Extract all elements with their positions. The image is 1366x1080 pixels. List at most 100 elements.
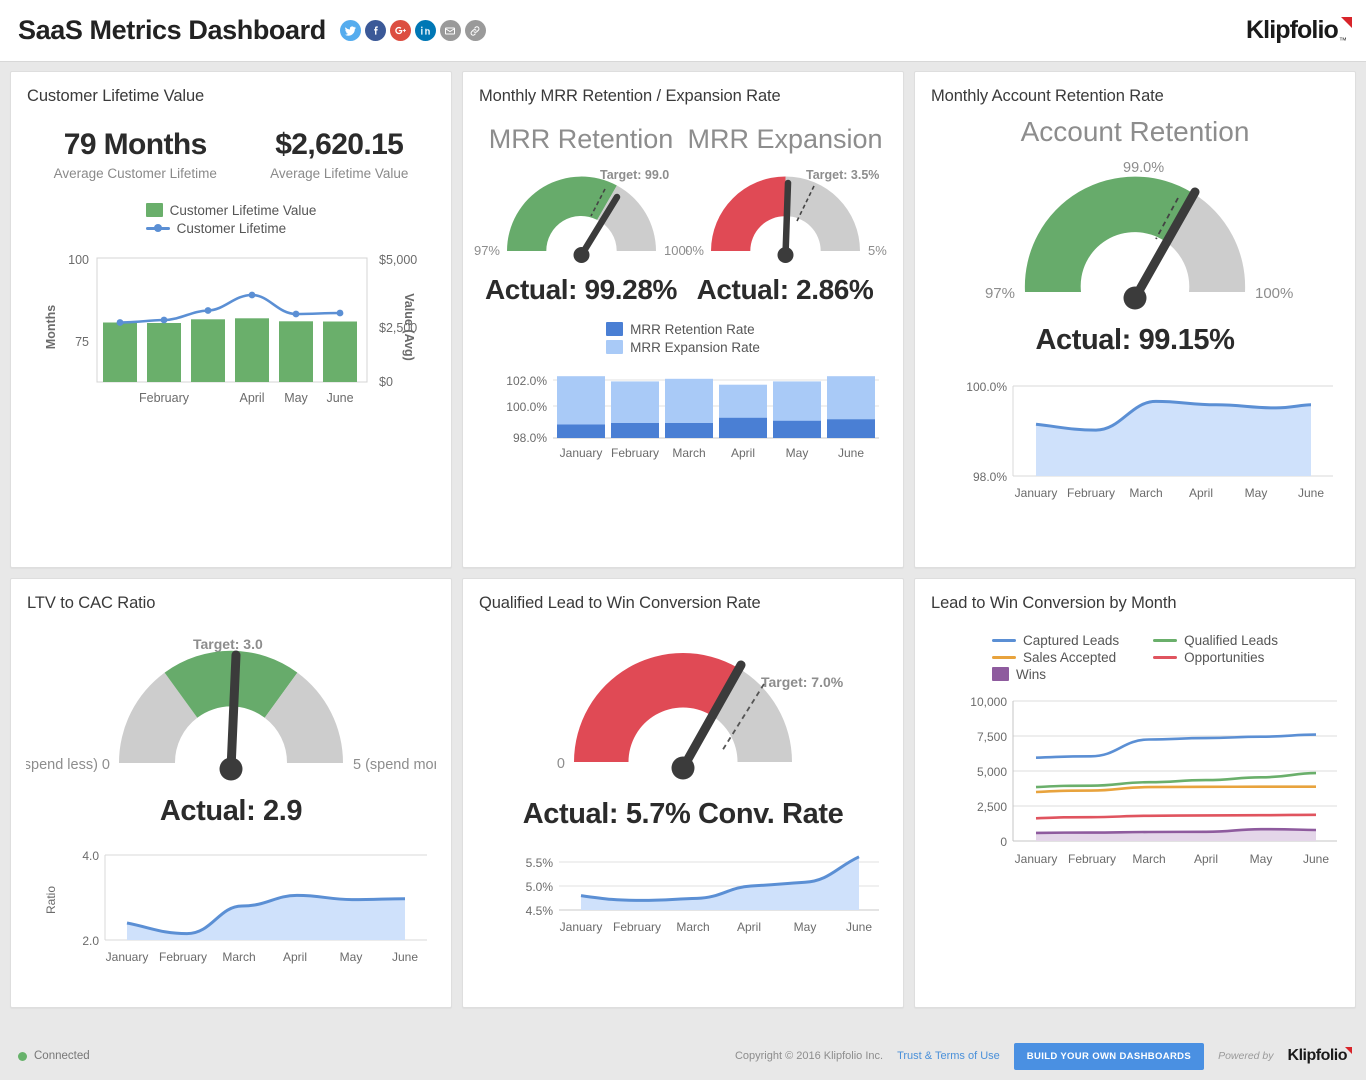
y-axis-tick: 2,500	[977, 800, 1007, 814]
gauge-dial: 99.0% 97% 100%	[985, 160, 1293, 310]
card-mrr-retention-expansion: Monthly MRR Retention / Expansion Rate M…	[462, 71, 904, 568]
y-axis-tick: 98.0%	[513, 431, 547, 445]
klipfolio-logo-text: Klipfolio	[1246, 16, 1339, 44]
x-axis-tick: April	[1189, 486, 1213, 500]
area-fill	[1036, 401, 1311, 476]
y-axis-tick: 7,500	[977, 730, 1007, 744]
gauge-ltv-cac: Target: 3.0 (spend less) 0 5 (spend more…	[26, 625, 436, 828]
gauge-actual-value: Actual: 2.86%	[696, 273, 874, 305]
copyright-text: Copyright © 2016 Klipfolio Inc.	[734, 1050, 884, 1062]
connection-status: Connected	[18, 1050, 90, 1062]
legend-item: MRR Expansion Rate	[606, 340, 760, 355]
x-axis-tick: March	[222, 950, 255, 964]
y-axis-tick: 75	[75, 335, 89, 349]
legend-item: Opportunities	[1153, 650, 1278, 665]
chart-legend: Customer Lifetime Value Customer Lifetim…	[145, 202, 317, 236]
legend-item: Qualified Leads	[1153, 633, 1278, 648]
gauge-actual-value: Actual: 99.28%	[484, 273, 678, 305]
kpi-value: $2,620.15	[275, 127, 404, 161]
powered-by-label: Powered by	[1218, 1050, 1274, 1062]
y-axis-tick: 100.0%	[966, 380, 1007, 394]
linkedin-icon[interactable]	[414, 20, 436, 41]
card-title: Qualified Lead to Win Conversion Rate	[479, 594, 761, 612]
line-captured-leads	[1035, 733, 1317, 759]
footer-logo-text: Klipfolio	[1287, 1047, 1348, 1064]
y2-axis-tick: $5,000	[379, 253, 417, 267]
y-axis-tick: 10,000	[970, 695, 1007, 709]
x-axis-tick: May	[284, 391, 308, 405]
legend-label: MRR Retention Rate	[630, 321, 755, 337]
gauge-min-label: 97%	[985, 285, 1015, 302]
x-axis-tick: June	[326, 391, 353, 405]
twitter-icon[interactable]	[339, 20, 361, 41]
x-axis-tick: May	[786, 446, 809, 460]
gauge-min-label: (spend less) 0	[26, 757, 110, 773]
gauge-dial: Target: 3.5% 0% 5%	[685, 168, 887, 263]
x-axis-tick: May	[1245, 486, 1268, 500]
chart-legend: Captured Leads Qualified Leads Sales Acc…	[992, 633, 1278, 682]
email-icon[interactable]	[439, 20, 461, 41]
legend-label: Customer Lifetime Value	[169, 202, 317, 218]
kpi-average-lifetime-value: $2,620.15 Average Lifetime Value	[270, 128, 408, 181]
link-icon[interactable]	[464, 20, 486, 41]
legend-line-marker	[145, 224, 170, 233]
y2-axis-tick: $0	[379, 375, 393, 389]
x-axis-tick: April	[737, 920, 761, 934]
card-customer-lifetime-value: Customer Lifetime Value 79 Months Averag…	[10, 71, 452, 568]
legend-label: Opportunities	[1184, 649, 1265, 665]
y-axis-tick: 98.0%	[973, 470, 1007, 484]
logo-triangle-accent	[1341, 17, 1352, 28]
page-title: SaaS Metrics Dashboard	[18, 15, 326, 45]
gauge-target-label: Target: 99.0	[600, 168, 669, 182]
legend-label: Sales Accepted	[1023, 649, 1117, 665]
x-axis-tick: May	[340, 950, 363, 964]
y-axis-tick: 100.0%	[506, 400, 547, 414]
gauge-target-label: Target: 3.0	[193, 636, 263, 652]
bar-series-lifetime-value	[103, 318, 357, 382]
legend-line	[992, 638, 1017, 642]
card-title: LTV to CAC Ratio	[27, 594, 156, 612]
area-fill	[581, 856, 859, 910]
stacked-bars	[557, 375, 875, 438]
line-qualified-leads	[1035, 771, 1317, 789]
chart-lead-to-win-lines: 10,000 7,500 5,000 2,500 0 January Febru…	[970, 695, 1337, 866]
x-axis-tick: March	[676, 920, 709, 934]
x-axis-tick: May	[794, 920, 817, 934]
x-axis-tick: February	[611, 446, 659, 460]
chart-legend: MRR Retention Rate MRR Expansion Rate	[606, 322, 760, 355]
card-title: Monthly MRR Retention / Expansion Rate	[479, 87, 781, 105]
y-axis-tick: 5.5%	[526, 856, 554, 870]
x-axis-tick: January	[1015, 486, 1058, 500]
chart-ltv-cac-area: 4.0 2.0 Ratio January February March Apr…	[44, 849, 427, 964]
kpi-value: 79 Months	[63, 127, 208, 161]
footer-right: Copyright © 2016 Klipfolio Inc. Trust & …	[734, 1042, 1352, 1070]
google-plus-icon[interactable]	[389, 20, 411, 41]
gauge-heading: MRR Expansion	[687, 123, 883, 154]
y-axis-tick: 0	[1000, 835, 1007, 849]
legend-item: Sales Accepted	[992, 650, 1119, 665]
y-axis-tick: 4.5%	[526, 904, 554, 918]
legend-swatch	[606, 340, 624, 355]
legend-item: Customer Lifetime	[145, 220, 287, 236]
x-axis-tick: June	[838, 446, 864, 460]
x-axis-tick: May	[1250, 852, 1273, 866]
y-axis-tick: 4.0	[82, 849, 99, 863]
x-axis-tick: February	[613, 920, 661, 934]
card-qualified-lead-to-win: Qualified Lead to Win Conversion Rate Ta…	[462, 578, 904, 1008]
legend-swatch	[606, 322, 624, 337]
terms-link[interactable]: Trust & Terms of Use	[897, 1050, 1000, 1062]
legend-item: Captured Leads	[992, 633, 1119, 648]
line-series-customer-lifetime	[116, 291, 344, 326]
facebook-icon[interactable]	[364, 20, 386, 41]
card-ltv-to-cac-ratio: LTV to CAC Ratio Target: 3.0 (spend less…	[10, 578, 452, 1008]
gauge-min-label: 97%	[474, 243, 500, 258]
gauge-actual-value: Actual: 5.7% Conv. Rate	[522, 797, 844, 830]
build-dashboards-button[interactable]: BUILD YOUR OWN DASHBOARDS	[1013, 1042, 1205, 1070]
gauge-dial: Target: 99.0 97% 100%	[474, 168, 689, 263]
x-axis-tick: April	[239, 391, 264, 405]
chart-account-retention-area: 100.0% 98.0% January February March Apri…	[966, 380, 1333, 500]
legend-label: Customer Lifetime	[176, 220, 287, 236]
gauge-heading: MRR Retention	[488, 123, 674, 154]
card-title: Customer Lifetime Value	[27, 87, 205, 105]
legend-line	[992, 655, 1017, 659]
